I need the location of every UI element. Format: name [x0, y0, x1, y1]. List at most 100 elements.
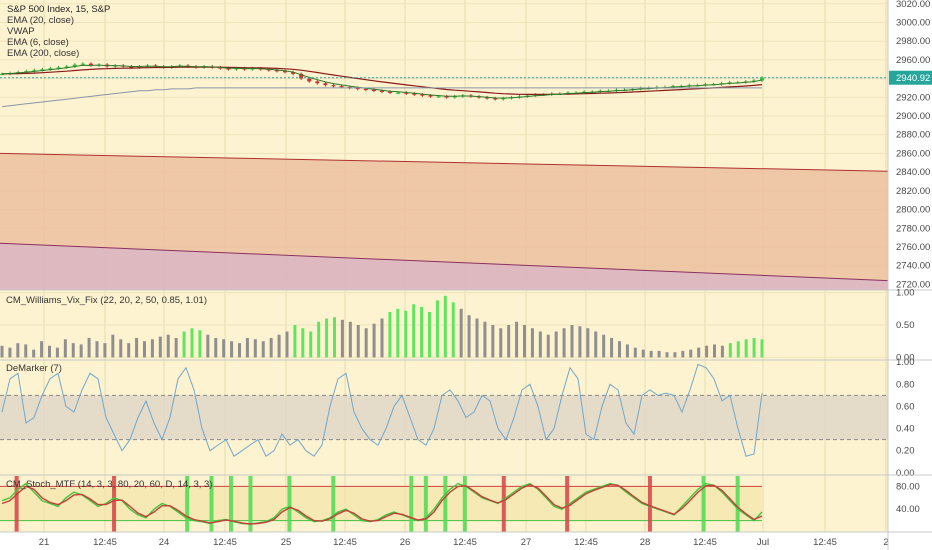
- stoch-signal-bar: [331, 476, 336, 532]
- vixfix-bar: [245, 337, 249, 358]
- vixfix-bar: [325, 318, 329, 358]
- vixfix-bar: [214, 337, 218, 358]
- vixfix-bar: [277, 334, 281, 358]
- indicator-ema200-label: EMA (200, close): [7, 48, 80, 59]
- vixfix-bar: [443, 295, 447, 358]
- vixfix-bar: [713, 344, 716, 358]
- vixfix-bar: [32, 349, 36, 358]
- candle-body: [388, 91, 393, 93]
- time-tick-label: 12:45: [213, 537, 237, 548]
- vixfix-bar: [301, 328, 305, 358]
- stoch-signal-bar: [647, 476, 652, 532]
- vixfix-bar: [333, 317, 336, 358]
- vixfix-bar: [150, 339, 154, 358]
- price-tick-label: 2760.00: [896, 242, 930, 253]
- vixfix-bar: [467, 315, 471, 358]
- indicator-vwap-label: VWAP: [7, 26, 35, 37]
- candle-body: [396, 92, 401, 94]
- candle-body: [80, 63, 85, 65]
- demarker-tick-label: 0.80: [896, 379, 915, 390]
- vixfix-bar: [309, 331, 313, 358]
- vixfix-bar: [451, 302, 455, 358]
- vixfix-bar: [222, 339, 226, 358]
- vixfix-bar: [507, 325, 511, 358]
- vixfix-bar: [0, 345, 4, 358]
- candle-body: [323, 83, 328, 86]
- vixfix-bar: [356, 325, 360, 358]
- vixfix-bar: [697, 347, 701, 358]
- price-tick-label: 2960.00: [896, 55, 930, 66]
- vixfix-bar: [261, 341, 265, 358]
- vixfix-bar: [63, 339, 67, 358]
- vixfix-bar: [610, 337, 614, 358]
- vixfix-bar: [412, 304, 416, 358]
- vixfix-bar: [143, 341, 146, 358]
- vixfix-bar: [174, 337, 178, 358]
- vixfix-bar: [586, 328, 590, 358]
- time-tick-label: 12:45: [574, 537, 598, 548]
- vixfix-bar: [40, 341, 44, 358]
- vixfix-bar: [618, 341, 621, 358]
- vixfix-bar: [95, 341, 99, 358]
- time-tick-label: 12:45: [93, 537, 117, 548]
- time-tick-label: 28: [640, 537, 651, 548]
- stoch-signal-bar: [501, 476, 506, 532]
- time-tick-label: 12:45: [813, 537, 837, 548]
- vixfix-bar: [523, 325, 526, 358]
- price-tick-label: 2840.00: [896, 167, 930, 178]
- vixfix-bar: [103, 343, 107, 358]
- vixfix-bar: [515, 321, 519, 358]
- vixfix-bar: [459, 308, 463, 358]
- vixfix-bar: [87, 337, 91, 358]
- vixfix-bar: [119, 339, 123, 358]
- vixfix-bar: [55, 347, 59, 358]
- vixfix-bar: [269, 337, 273, 358]
- vixfix-bar: [578, 326, 582, 358]
- vixfix-bar: [230, 341, 234, 358]
- vixfix-bar: [705, 345, 709, 358]
- vixfix-bar: [720, 345, 724, 358]
- vixfix-bar: [657, 350, 661, 358]
- demarker-band: [0, 395, 888, 440]
- time-tick-label: 25: [281, 537, 292, 548]
- vixfix-bar: [483, 321, 487, 358]
- vixfix-bar: [348, 321, 352, 358]
- vixfix-bar: [538, 331, 542, 358]
- price-tick-label: 2780.00: [896, 223, 930, 234]
- demarker-tick-label: 1.00: [896, 357, 915, 368]
- time-tick-label: 21: [39, 537, 50, 548]
- stoch-signal-bar: [287, 476, 292, 532]
- time-tick-label: 26: [400, 537, 411, 548]
- time-tick-label: 12:45: [333, 537, 357, 548]
- vixfix-bar: [24, 344, 28, 358]
- vixfix-bar: [649, 350, 653, 358]
- vixfix-bar: [689, 349, 693, 358]
- vixfix-bar: [253, 339, 257, 358]
- vixfix-bar: [198, 330, 202, 358]
- stoch-signal-bar: [443, 476, 448, 532]
- demarker-tick-label: 0.20: [896, 446, 915, 457]
- vixfix-bar: [16, 343, 20, 358]
- vixfix-bar: [530, 328, 534, 358]
- vixfix-bar: [404, 310, 408, 358]
- vixfix-bar: [428, 312, 431, 358]
- vixfix-bar: [475, 318, 479, 358]
- vixfix-bar: [158, 336, 162, 358]
- vixfix-bar: [760, 339, 764, 358]
- demarker-title: DeMarker (7): [6, 363, 62, 374]
- time-tick-label: Jul: [757, 537, 769, 548]
- vixfix-bar: [602, 334, 606, 358]
- stoch-signal-bar: [409, 476, 414, 532]
- vixfix-bar: [182, 331, 186, 358]
- candle-body: [331, 85, 336, 87]
- vixfix-bar: [388, 312, 392, 358]
- vixfix-bar: [681, 350, 685, 358]
- vixfix-bar: [340, 319, 344, 358]
- vixfix-bar: [594, 331, 598, 358]
- vixfix-bar: [562, 328, 566, 358]
- vixfix-bar: [752, 337, 756, 358]
- price-tick-label: 2900.00: [896, 111, 930, 122]
- price-tick-label: 2860.00: [896, 148, 930, 159]
- time-tick-label: 24: [159, 537, 170, 548]
- vixfix-bar: [728, 343, 732, 358]
